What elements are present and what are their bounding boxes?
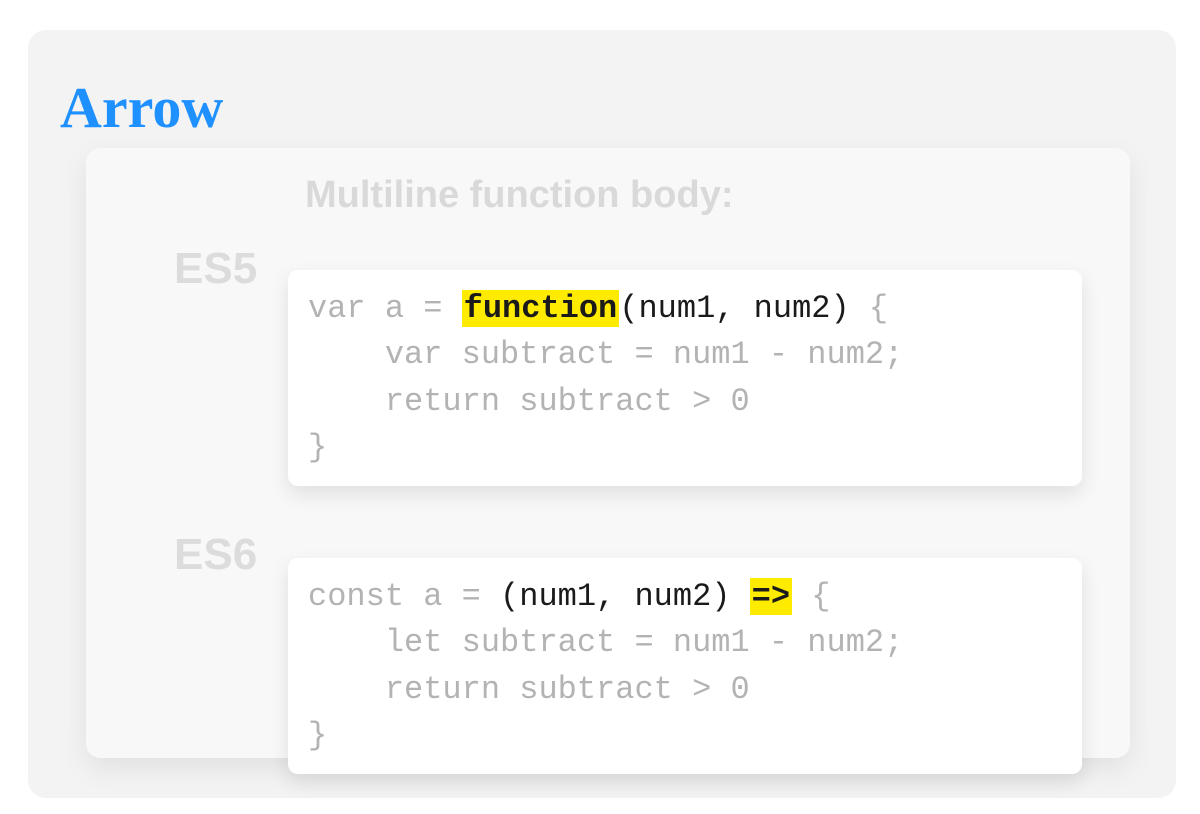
code-token: (num1, num2) bbox=[500, 578, 750, 615]
code-es5: var a = function(num1, num2) { var subtr… bbox=[308, 286, 1062, 472]
code-token: { bbox=[850, 290, 888, 327]
code-token: (num1, num2) bbox=[619, 290, 849, 327]
code-es6: const a = (num1, num2) => { let subtract… bbox=[308, 574, 1062, 760]
highlight-arrow-token: => bbox=[750, 578, 792, 615]
slide-title: Arrow bbox=[60, 74, 223, 141]
code-token: return subtract > 0 bbox=[308, 671, 750, 708]
code-token: { bbox=[792, 578, 830, 615]
code-token: return subtract > 0 bbox=[308, 383, 750, 420]
es6-label: ES6 bbox=[174, 530, 257, 580]
code-card-es6: const a = (num1, num2) => { let subtract… bbox=[288, 558, 1082, 774]
code-card-es5: var a = function(num1, num2) { var subtr… bbox=[288, 270, 1082, 486]
code-token: var a = bbox=[308, 290, 462, 327]
code-token: const a = bbox=[308, 578, 500, 615]
code-token: } bbox=[308, 429, 327, 466]
code-token: } bbox=[308, 717, 327, 754]
code-token: let subtract = num1 - num2; bbox=[308, 624, 903, 661]
code-token: var subtract = num1 - num2; bbox=[308, 336, 903, 373]
es5-label: ES5 bbox=[174, 244, 257, 294]
highlight-function-keyword: function bbox=[462, 290, 620, 327]
slide-subtitle: Multiline function body: bbox=[305, 174, 733, 217]
slide-canvas: Arrow Multiline function body: ES5 var a… bbox=[0, 0, 1200, 814]
